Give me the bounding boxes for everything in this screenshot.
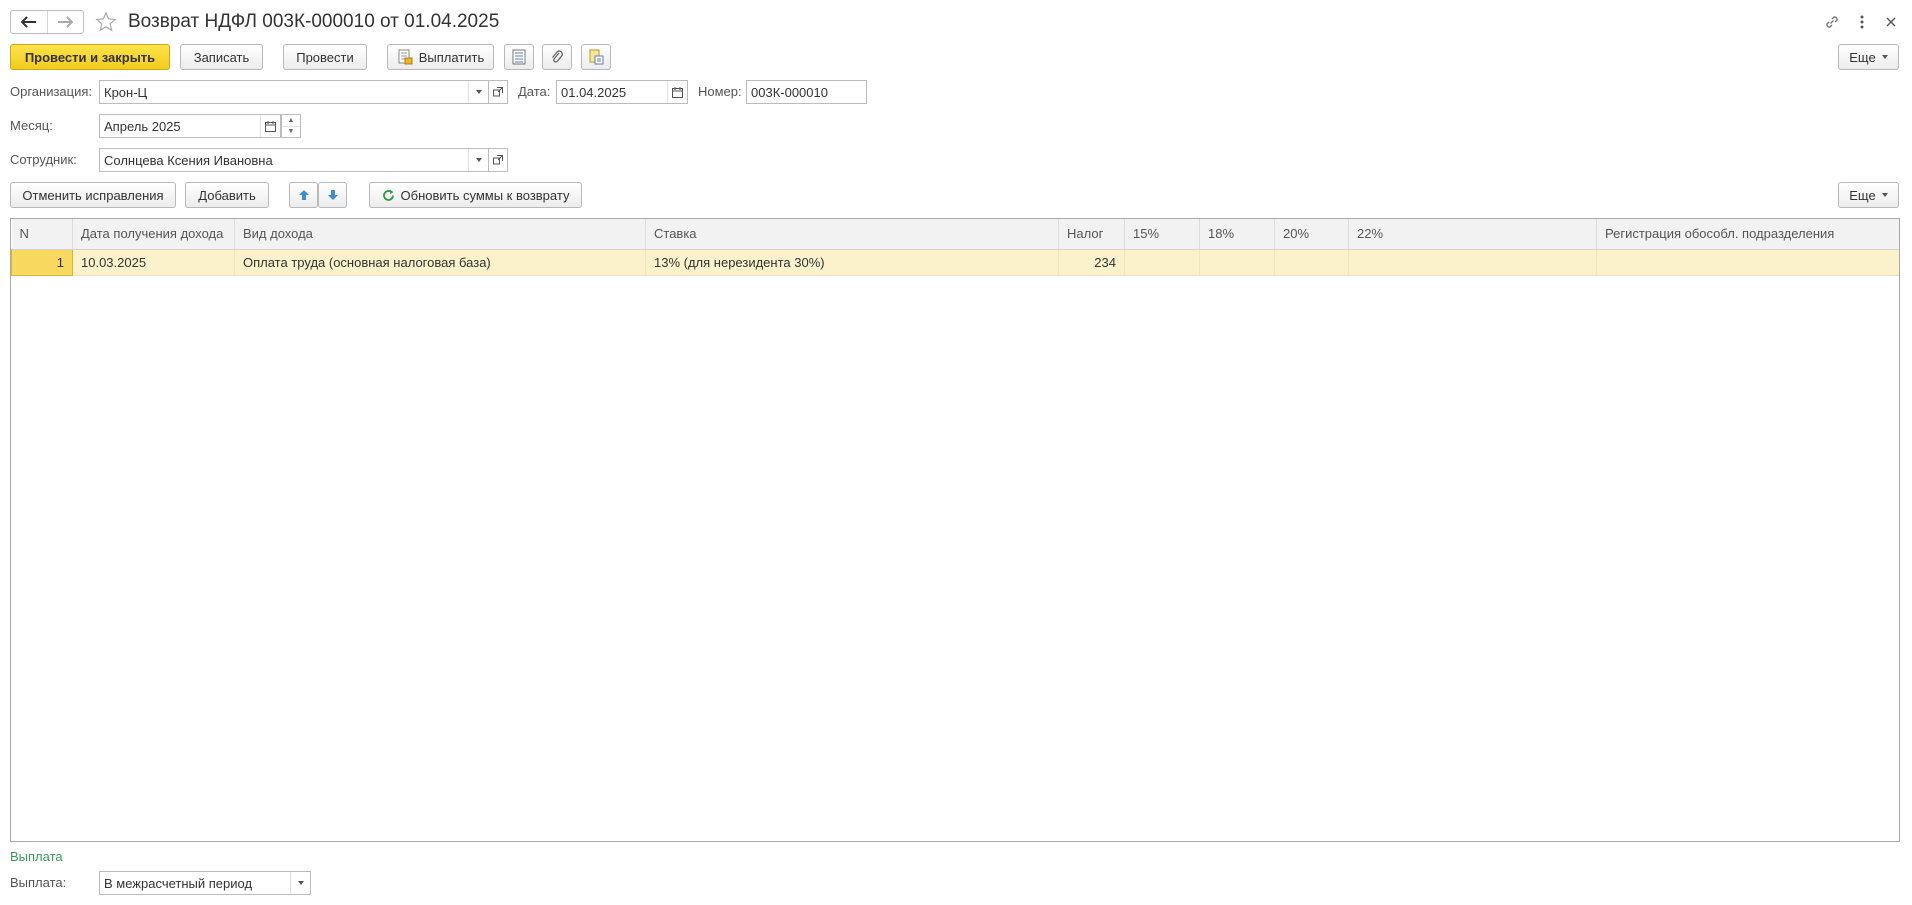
column-header-22[interactable]: 22% [1348,219,1597,250]
date-calendar-button[interactable] [667,81,687,103]
column-header-18[interactable]: 18% [1199,219,1275,250]
chevron-down-icon [1881,193,1888,197]
arrow-right-icon [58,16,74,28]
number-label: Номер: [698,84,742,99]
number-value: 003К-000010 [751,84,828,100]
report-button[interactable] [504,44,534,70]
open-window-icon [493,87,503,97]
month-value: Апрель 2025 [104,118,181,134]
organization-label: Организация: [10,84,93,99]
add-row-button[interactable]: Добавить [185,182,269,208]
date-field[interactable]: 01.04.2025 [556,80,688,104]
close-icon[interactable] [1881,12,1901,32]
table-row[interactable]: 1 10.03.2025 Оплата труда (основная нало… [11,248,1899,276]
move-down-button[interactable] [318,182,347,208]
more-button[interactable]: Еще [1838,44,1899,70]
pay-document-icon [397,49,413,65]
cell-15[interactable] [1124,249,1200,276]
chevron-down-icon [297,881,304,885]
payment-dropdown-button[interactable] [290,872,310,894]
organization-dropdown-button[interactable] [468,81,488,103]
payment-label: Выплата: [10,875,67,890]
cell-rate[interactable]: 13% (для нерезидента 30%) [645,249,1059,276]
post-button[interactable]: Провести [283,44,367,70]
employee-dropdown-button[interactable] [468,149,488,171]
move-up-button[interactable] [289,182,318,208]
employee-label: Сотрудник: [10,152,77,167]
cell-tax[interactable]: 234 [1058,249,1125,276]
link-icon[interactable] [1822,12,1842,32]
pay-button[interactable]: Выплатить [387,44,494,70]
cell-income-date[interactable]: 10.03.2025 [72,249,235,276]
table-header-row: N Дата получения дохода Вид дохода Ставк… [11,219,1899,250]
column-header-20[interactable]: 20% [1274,219,1349,250]
arrow-left-icon [20,16,36,28]
page-title: Возврат НДФЛ 003К-000010 от 01.04.2025 [128,11,500,32]
cancel-fixes-button[interactable]: Отменить исправления [10,182,176,208]
post-and-close-button[interactable]: Провести и закрыть [10,44,170,70]
month-label: Месяц: [10,118,53,133]
payment-section-title: Выплата [10,849,63,864]
chevron-down-icon [475,90,482,94]
refund-table: N Дата получения дохода Вид дохода Ставк… [10,218,1900,842]
back-button[interactable] [11,11,47,33]
paperclip-icon [552,50,563,63]
employee-value: Солнцева Ксения Ивановна [104,152,273,168]
open-window-icon [493,155,503,165]
calendar-icon [265,120,276,132]
table-more-button[interactable]: Еще [1838,182,1899,208]
navigation-group [10,10,84,34]
save-button[interactable]: Записать [180,44,263,70]
chevron-down-icon [475,158,482,162]
organization-open-button[interactable] [488,80,508,104]
refresh-refund-button[interactable]: Обновить суммы к возврату [369,182,582,208]
number-field[interactable]: 003К-000010 [746,80,867,104]
payment-value: В межрасчетный период [104,875,253,891]
month-spinner[interactable]: ▲ ▼ [281,114,301,138]
column-header-registration[interactable]: Регистрация обособл. подразделения [1596,219,1899,250]
favorite-star-icon[interactable] [94,10,118,34]
payment-select[interactable]: В межрасчетный период [99,871,311,895]
cell-18[interactable] [1199,249,1275,276]
month-field[interactable]: Апрель 2025 [99,114,281,138]
more-vertical-icon[interactable] [1852,12,1872,32]
cell-registration[interactable] [1596,249,1899,276]
column-header-15[interactable]: 15% [1124,219,1200,250]
employee-open-button[interactable] [488,148,508,172]
calendar-icon [672,86,683,98]
column-header-rate[interactable]: Ставка [645,219,1059,250]
pay-button-label: Выплатить [418,49,485,65]
month-increase-button[interactable]: ▲ [282,115,300,126]
forward-button[interactable] [46,11,84,33]
organization-value: Крон-Ц [104,84,148,100]
date-value: 01.04.2025 [561,84,627,100]
refresh-refund-label: Обновить суммы к возврату [400,187,570,203]
chevron-down-icon [1881,55,1888,59]
date-label: Дата: [518,84,551,99]
cell-income-type[interactable]: Оплата труда (основная налоговая база) [234,249,646,276]
cell-20[interactable] [1274,249,1349,276]
document-structure-icon [589,49,604,65]
arrow-down-icon [327,190,338,200]
report-icon [512,49,526,65]
employee-field[interactable]: Солнцева Ксения Ивановна [99,148,489,172]
month-decrease-button[interactable]: ▼ [282,125,300,138]
related-documents-button[interactable] [581,44,611,70]
attach-button[interactable] [542,44,572,70]
more-button-label: Еще [1849,49,1876,65]
cell-22[interactable] [1348,249,1597,276]
arrow-up-icon [298,190,309,200]
column-header-tax[interactable]: Налог [1058,219,1125,250]
cell-n[interactable]: 1 [11,248,73,276]
table-more-label: Еще [1849,187,1876,203]
month-calendar-button[interactable] [260,115,280,137]
organization-field[interactable]: Крон-Ц [99,80,489,104]
refresh-icon [382,189,395,202]
column-header-income-date[interactable]: Дата получения дохода [72,219,235,250]
column-header-n[interactable]: N [11,219,73,250]
column-header-income-type[interactable]: Вид дохода [234,219,646,250]
